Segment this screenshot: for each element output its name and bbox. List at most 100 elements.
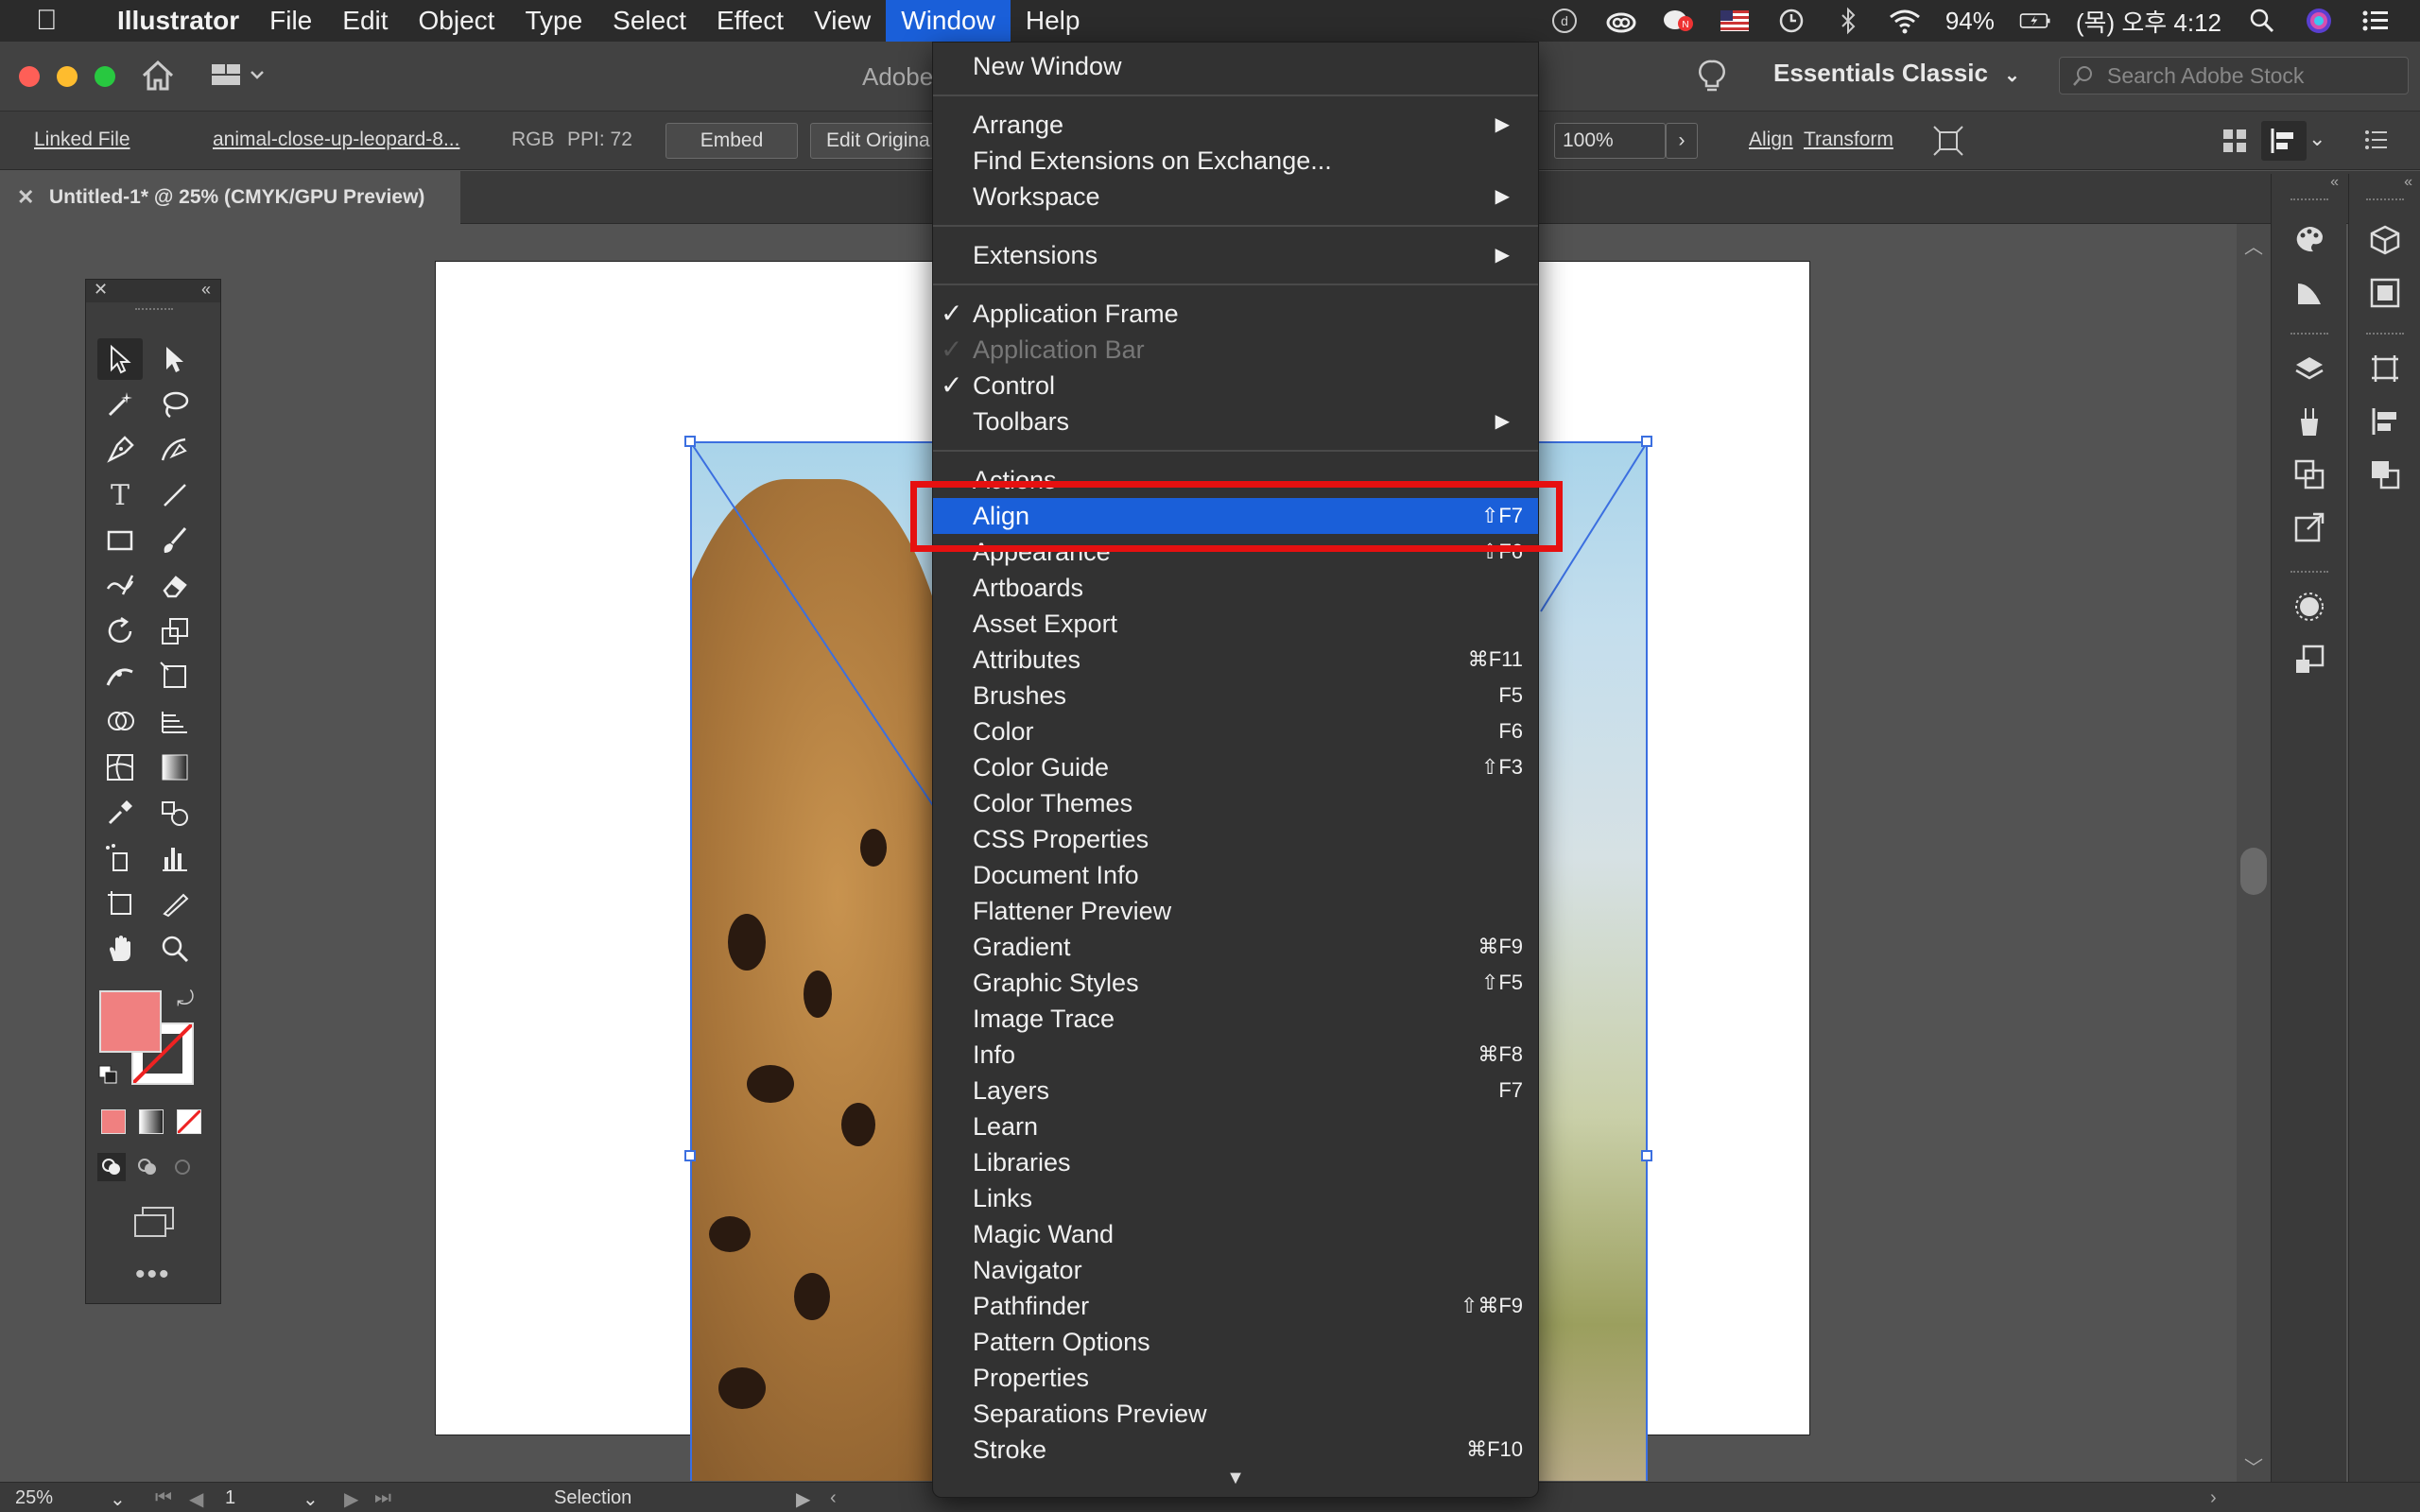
menu-item-brushes[interactable]: Brushes F5 [933,678,1538,713]
transform-dock-icon[interactable] [2366,350,2404,387]
curvature-tool-icon[interactable] [152,429,198,471]
pathfinder-panel-icon[interactable] [2366,455,2404,493]
menu-item-links[interactable]: Links [933,1180,1538,1216]
time-machine-icon[interactable] [1775,5,1807,37]
panel-grip[interactable] [2290,571,2328,573]
mesh-tool-icon[interactable] [97,747,143,788]
width-tool-icon[interactable] [97,656,143,697]
menu-item-flattener-preview[interactable]: Flattener Preview [933,893,1538,929]
slice-tool-icon[interactable] [152,883,198,924]
gradient-mode-button[interactable] [139,1109,164,1134]
menu-item-image-trace[interactable]: Image Trace [933,1001,1538,1037]
previous-artboard-icon[interactable]: ◀ [189,1487,203,1511]
menu-item-pattern-options[interactable]: Pattern Options [933,1324,1538,1360]
apple-icon[interactable]:  [36,5,74,37]
close-tab-icon[interactable]: ✕ [17,171,34,224]
menu-item-new-window[interactable]: New Window [933,48,1538,84]
color-guide-panel-icon[interactable] [2290,274,2328,312]
menu-item-arrange[interactable]: Arrange ▶ [933,107,1538,143]
panel-grip[interactable] [2366,333,2404,335]
direct-selection-tool-icon[interactable] [152,338,198,380]
dictation-icon[interactable]: d [1548,5,1581,37]
align-options-icon[interactable] [2261,121,2307,161]
panel-grip[interactable] [2366,198,2404,200]
menu-item-workspace[interactable]: Workspace ▶ [933,179,1538,215]
transform-panel-icon[interactable] [2290,641,2328,679]
menu-item-info[interactable]: Info ⌘F8 [933,1037,1538,1073]
color-mode-button[interactable] [101,1109,126,1134]
spotlight-search-icon[interactable] [2246,5,2278,37]
menu-item-properties[interactable]: Properties [933,1360,1538,1396]
hand-tool-icon[interactable] [97,928,143,970]
menu-item-toolbars[interactable]: Toolbars ▶ [933,404,1538,439]
panel-grip[interactable] [2290,198,2328,200]
chevron-down-icon[interactable]: ⌄ [2308,127,2325,151]
color-panel-icon[interactable] [2290,221,2328,259]
menu-item-color-guide[interactable]: Color Guide ⇧F3 [933,749,1538,785]
menu-item-css-properties[interactable]: CSS Properties [933,821,1538,857]
eyedropper-tool-icon[interactable] [97,792,143,833]
wifi-icon[interactable] [1889,5,1921,37]
libraries-panel-icon[interactable] [2366,221,2404,259]
appearance-panel-icon[interactable] [2290,588,2328,626]
next-artboard-icon[interactable]: ▶ [344,1487,358,1511]
home-icon[interactable] [140,59,176,97]
menu-item-pathfinder[interactable]: Pathfinder ⇧⌘F9 [933,1288,1538,1324]
bbox-handle[interactable] [1641,1150,1652,1161]
fill-color-front[interactable] [99,990,162,1053]
clock[interactable]: (목) 오후 4:12 [2076,4,2221,39]
menu-object[interactable]: Object [404,0,510,42]
panel-grip[interactable] [2290,333,2328,335]
scroll-thumb[interactable] [2240,848,2267,895]
us-flag-icon[interactable] [1719,5,1751,37]
align-panel-link[interactable]: Align [1749,129,1793,151]
align-panel-icon[interactable] [2366,403,2404,440]
collapse-dock-icon[interactable]: « [2330,174,2339,191]
zoom-level-field[interactable]: 25% [15,1487,53,1509]
menu-item-stroke[interactable]: Stroke ⌘F10 [933,1432,1538,1468]
layers-panel-icon[interactable] [2290,350,2328,387]
bbox-handle[interactable] [1641,436,1652,447]
first-artboard-icon[interactable]: ⏮ [155,1487,172,1509]
menu-item-gradient[interactable]: Gradient ⌘F9 [933,929,1538,965]
tools-panel-header[interactable]: ✕ « [86,280,220,302]
artboard-tool-icon[interactable] [97,883,143,924]
scroll-left-icon[interactable]: ‹ [830,1487,837,1509]
menu-item-libraries[interactable]: Libraries [933,1144,1538,1180]
last-artboard-icon[interactable]: ⏭ [374,1487,391,1509]
chevron-down-icon[interactable]: ⌄ [110,1487,126,1511]
menu-item-document-info[interactable]: Document Info [933,857,1538,893]
arrange-grid-icon[interactable] [2220,126,2250,162]
adobe-stock-search-input[interactable]: Search Adobe Stock [2059,57,2409,94]
edit-toolbar-icon[interactable]: ••• [135,1259,171,1291]
scale-tool-icon[interactable] [152,610,198,652]
edit-original-button[interactable]: Edit Origina [810,123,942,159]
arrange-documents-icon[interactable] [210,60,268,94]
lasso-tool-icon[interactable] [152,384,198,425]
brushes-panel-icon[interactable] [2290,403,2328,440]
menu-item-find-extensions[interactable]: Find Extensions on Exchange... [933,143,1538,179]
window-close-button[interactable] [19,66,40,87]
menu-window[interactable]: Window [886,0,1011,42]
notification-center-icon[interactable] [2360,5,2392,37]
menu-item-magic-wand[interactable]: Magic Wand [933,1216,1538,1252]
shaper-tool-icon[interactable] [97,565,143,607]
blend-tool-icon[interactable] [152,792,198,833]
artboard-number-field[interactable]: 1 [225,1487,235,1509]
menu-item-navigator[interactable]: Navigator [933,1252,1538,1288]
window-zoom-button[interactable] [95,66,115,87]
bbox-handle[interactable] [684,436,696,447]
rectangle-tool-icon[interactable] [97,520,143,561]
menu-item-separations-preview[interactable]: Separations Preview [933,1396,1538,1432]
scroll-down-icon[interactable]: ﹀ [2244,1452,2263,1480]
embed-button[interactable]: Embed [666,123,798,159]
menu-edit[interactable]: Edit [327,0,403,42]
asset-export-panel-icon[interactable] [2290,508,2328,546]
perspective-grid-tool-icon[interactable] [152,701,198,743]
menu-effect[interactable]: Effect [701,0,799,42]
paintbrush-tool-icon[interactable] [152,520,198,561]
opacity-input[interactable]: 100% [1554,123,1666,159]
creative-cloud-icon[interactable] [1605,5,1637,37]
pen-tool-icon[interactable] [97,429,143,471]
bluetooth-icon[interactable] [1832,5,1864,37]
